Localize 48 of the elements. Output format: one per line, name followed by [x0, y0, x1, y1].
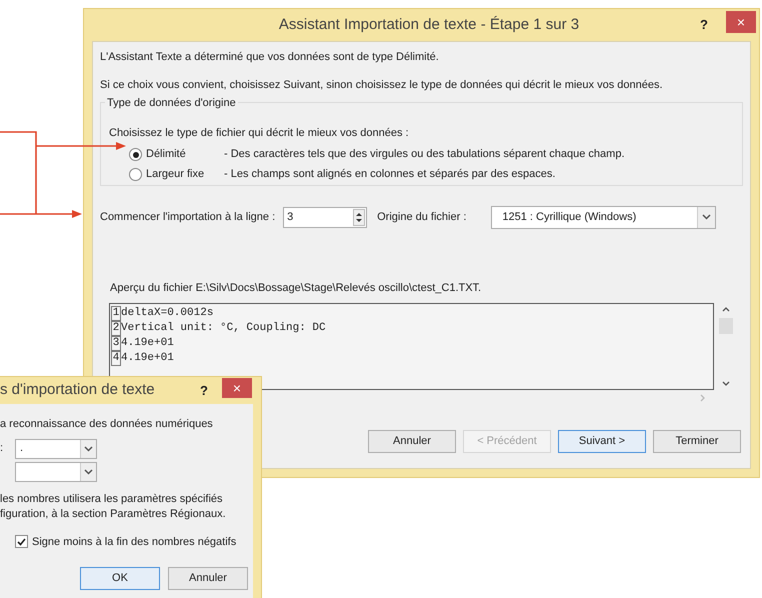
- field-value: .: [19, 441, 24, 456]
- preview-line: Vertical unit: °C, Coupling: DC: [121, 320, 326, 336]
- intro-text: Si ce choix vous convient, choisissez Suivant, sinon choisissez le type de données qui décrit le mieux vos données.: [100, 78, 664, 92]
- dialog-button[interactable]: Terminer: [653, 430, 741, 452]
- section-label: a reconnaissance des données numériques: [0, 417, 214, 432]
- intro-text: L'Assistant Texte a déterminé que vos données sont de type Délimité.: [100, 50, 440, 64]
- scroll-up-icon[interactable]: [722, 306, 730, 312]
- line-number: 2: [111, 320, 121, 336]
- preview-line: 4.19e+01: [121, 350, 174, 366]
- option-description: - Les champs sont alignés en colonnes et séparés par des espaces.: [224, 167, 556, 182]
- dropdown-field[interactable]: 1251 : Cyrillique (Windows): [491, 206, 716, 228]
- dropdown-field[interactable]: .: [15, 438, 97, 458]
- close-button[interactable]: ×: [222, 378, 252, 398]
- dialog-button[interactable]: Annuler: [168, 567, 248, 590]
- preview-label: Aperçu du fichier E:\Silv\Docs\Bossage\Stage\Relevés oscillo\ctest_C1.TXT.: [110, 281, 482, 296]
- scroll-down-icon[interactable]: [722, 380, 730, 386]
- preview-line: 4.19e+01: [121, 336, 174, 350]
- checkbox[interactable]: [15, 535, 28, 548]
- help-button[interactable]: ?: [694, 15, 714, 35]
- note-text: figuration, à la section Paramètres Régionaux.: [0, 506, 227, 522]
- line-number: 3: [111, 336, 121, 350]
- field-label: Origine du fichier :: [377, 210, 466, 225]
- dialog-button[interactable]: Suivant >: [558, 430, 646, 452]
- spin-arrows-icon[interactable]: [353, 208, 366, 226]
- dialog-button[interactable]: OK: [80, 567, 160, 590]
- option-description: - Des caractères tels que des virgules ou des tabulations séparent chaque champ.: [224, 147, 625, 162]
- line-number: 1: [111, 306, 121, 320]
- radio-button[interactable]: [129, 168, 142, 181]
- dropdown-field[interactable]: [15, 462, 97, 482]
- group-title: Type de données d'origine: [105, 95, 238, 112]
- window-title: s d'importation de texte: [0, 380, 156, 400]
- radio-button[interactable]: [129, 148, 142, 161]
- spin-field[interactable]: 3: [283, 206, 368, 228]
- preview-line: deltaX=0.0012s: [121, 306, 214, 320]
- window-title: Assistant Importation de texte - Étape 1 sur 3: [278, 14, 580, 35]
- note-text: les nombres utilisera les paramètres spécifiés: [0, 492, 224, 506]
- radio-label[interactable]: Délimité: [146, 146, 224, 163]
- close-button[interactable]: ×: [726, 11, 756, 33]
- radio-label[interactable]: Largeur fixe: [146, 166, 224, 183]
- field-value: 3: [286, 210, 294, 225]
- field-value: 1251 : Cyrillique (Windows): [501, 210, 638, 225]
- field-label: Commencer l'importation à la ligne :: [100, 210, 276, 225]
- dialog-button[interactable]: Annuler: [368, 430, 456, 452]
- line-number: 4: [111, 350, 121, 366]
- checkbox-label[interactable]: Signe moins à la fin des nombres négatifs: [32, 534, 236, 550]
- field-label: :: [0, 441, 4, 456]
- help-button[interactable]: ?: [194, 380, 214, 400]
- group-prompt: Choisissez le type de fichier qui décrit le mieux vos données :: [109, 126, 410, 141]
